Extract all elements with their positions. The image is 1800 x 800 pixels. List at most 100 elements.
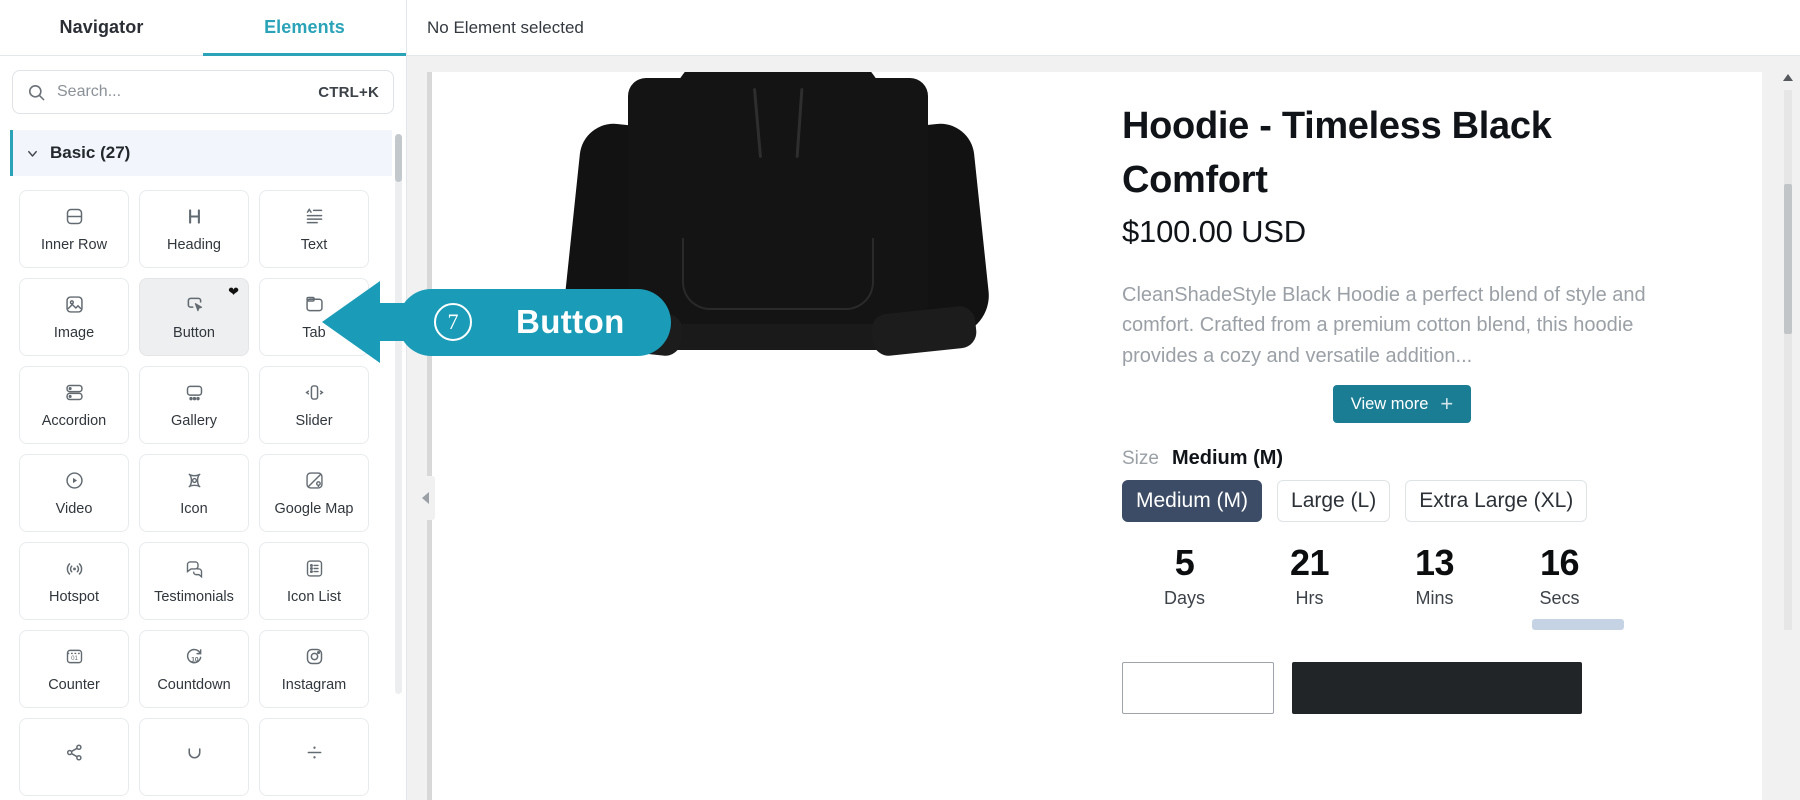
size-option-large[interactable]: Large (L): [1277, 480, 1391, 523]
group-title: Basic (27): [50, 143, 131, 162]
elements-scroll-region: Basic (27) Inner Row Heading Text Image …: [0, 126, 406, 800]
element-tile-label: Gallery: [171, 412, 217, 429]
element-tile-inner-row[interactable]: Inner Row: [19, 190, 129, 268]
element-tile-video[interactable]: Video: [19, 454, 129, 532]
product-details: Hoodie - Timeless Black Comfort $100.00 …: [1122, 72, 1722, 800]
view-more-row: View more +: [1122, 385, 1682, 424]
heading-h-icon: [184, 206, 205, 228]
app-root: Navigator Elements CTRL+K: [0, 0, 1800, 800]
element-tile-label: Countdown: [157, 676, 231, 693]
plus-icon: +: [1440, 391, 1454, 417]
scroll-up-arrow-icon[interactable]: [1783, 74, 1793, 81]
chevron-left-icon: [421, 492, 429, 504]
element-tile-label: Heading: [166, 236, 221, 253]
cta-row: [1122, 662, 1682, 715]
view-more-button[interactable]: View more +: [1332, 385, 1472, 424]
element-tile-testimonials[interactable]: Testimonials: [139, 542, 249, 620]
hotspot-icon: [64, 558, 85, 580]
add-to-cart-button[interactable]: [1292, 662, 1582, 715]
search-shortcut-label: CTRL+K: [318, 83, 379, 101]
element-tile-label: Icon: [180, 500, 208, 517]
tab-navigator-label: Navigator: [59, 17, 144, 37]
element-tile-label: Button: [173, 324, 215, 341]
size-selected-value: Medium (M): [1171, 447, 1284, 470]
quantity-stepper[interactable]: [1122, 662, 1274, 715]
element-tile-label: Google Map: [274, 500, 354, 517]
svg-text:01: 01: [71, 655, 78, 662]
tab-icon: [304, 294, 325, 316]
canvas-scrollbar[interactable]: [1783, 74, 1793, 634]
favorite-heart-icon[interactable]: ❤: [228, 285, 239, 298]
element-tile-spacer[interactable]: [139, 718, 249, 796]
element-tile-slider[interactable]: Slider: [259, 366, 369, 444]
element-tile-label: Testimonials: [154, 588, 234, 605]
countdown-value: 5: [1174, 542, 1195, 584]
element-tile-icon-list[interactable]: Icon List: [259, 542, 369, 620]
canvas-scrollbar-thumb[interactable]: [1784, 184, 1792, 334]
element-tile-countdown[interactable]: 10 Countdown: [139, 630, 249, 708]
element-tile-label: Inner Row: [40, 236, 108, 253]
countdown-cell-hrs: 21 Hrs: [1247, 542, 1372, 609]
element-tile-label: Instagram: [281, 676, 347, 693]
element-tile-accordion[interactable]: Accordion: [19, 366, 129, 444]
element-tile-google-map[interactable]: Google Map: [259, 454, 369, 532]
element-tile-label: Hotspot: [49, 588, 99, 605]
group-header-basic[interactable]: Basic (27): [10, 130, 392, 176]
element-tile-counter[interactable]: 01 Counter: [19, 630, 129, 708]
editor-main: No Element selected Hoodie - Timeless Bl…: [407, 0, 1800, 800]
size-label: Size: [1122, 448, 1159, 470]
icon-star-icon: [184, 470, 205, 492]
testimonials-icon: [184, 558, 205, 580]
element-tile-label: Slider: [295, 412, 333, 429]
search-input[interactable]: [57, 83, 308, 101]
hoodie-pocket: [682, 238, 874, 310]
divider-icon: [304, 742, 325, 764]
element-tile-label: Image: [53, 324, 95, 341]
search-box[interactable]: CTRL+K: [12, 70, 394, 114]
button-cursor-icon: [184, 294, 205, 316]
page-preview: Hoodie - Timeless Black Comfort $100.00 …: [427, 72, 1762, 800]
product-title: Hoodie - Timeless Black Comfort: [1122, 105, 1552, 201]
countdown-value: 21: [1289, 542, 1330, 584]
panel-collapse-handle[interactable]: [415, 476, 435, 520]
element-tile-icon[interactable]: Icon: [139, 454, 249, 532]
tab-elements-label: Elements: [264, 17, 345, 37]
canvas-scrollbar-track[interactable]: [1784, 90, 1792, 630]
element-tile-button[interactable]: ❤ Button: [139, 278, 249, 356]
hoodie-illustration: [561, 72, 993, 398]
element-tile-gallery[interactable]: Gallery: [139, 366, 249, 444]
elements-panel: Navigator Elements CTRL+K: [0, 0, 407, 800]
element-tile-instagram[interactable]: Instagram: [259, 630, 369, 708]
element-tile-tab[interactable]: Tab: [259, 278, 369, 356]
element-tile-image[interactable]: Image: [19, 278, 129, 356]
video-play-icon: [64, 470, 85, 492]
view-more-label: View more: [1350, 394, 1429, 413]
selection-status: No Element selected: [427, 17, 584, 37]
product-section: Hoodie - Timeless Black Comfort $100.00 …: [432, 72, 1762, 800]
panel-scrollbar-thumb[interactable]: [395, 134, 402, 182]
element-tile-text[interactable]: Text: [259, 190, 369, 268]
chevron-down-icon: [25, 146, 40, 161]
element-tile-share[interactable]: [19, 718, 129, 796]
gallery-icon: [184, 382, 205, 404]
panel-scrollbar[interactable]: [395, 134, 402, 694]
text-lines-icon: [304, 206, 325, 228]
product-description: CleanShadeStyle Black Hoodie a perfect b…: [1122, 283, 1646, 367]
icon-list-icon: [304, 558, 325, 580]
element-tile-heading[interactable]: Heading: [139, 190, 249, 268]
countdown-unit: Mins: [1415, 588, 1454, 609]
element-tile-hotspot[interactable]: Hotspot: [19, 542, 129, 620]
countdown-cell-days: 5 Days: [1122, 542, 1247, 609]
accordion-icon: [64, 382, 85, 404]
element-tile-grid: Inner Row Heading Text Image ❤ Button Ta…: [0, 176, 406, 800]
size-option-medium[interactable]: Medium (M): [1122, 480, 1263, 523]
tab-elements[interactable]: Elements: [203, 0, 406, 56]
size-option-extra-large[interactable]: Extra Large (XL): [1405, 480, 1588, 523]
svg-text:10: 10: [191, 656, 199, 663]
spacer-icon: [184, 742, 205, 764]
countdown-value: 13: [1414, 542, 1455, 584]
element-tile-label: Counter: [48, 676, 100, 693]
product-image: [432, 72, 1122, 800]
element-tile-divider[interactable]: [259, 718, 369, 796]
tab-navigator[interactable]: Navigator: [0, 0, 203, 55]
